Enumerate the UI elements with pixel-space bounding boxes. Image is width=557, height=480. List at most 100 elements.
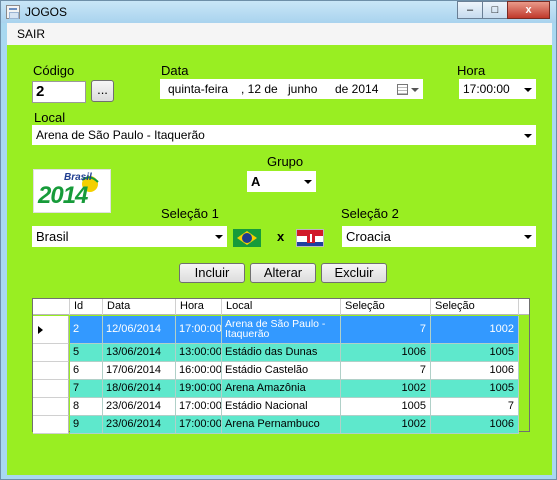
- menu-sair[interactable]: SAIR: [17, 27, 45, 41]
- cell-local[interactable]: Estádio das Dunas: [222, 344, 341, 362]
- cell-local[interactable]: Arena Pernambuco: [222, 416, 341, 434]
- cell-selecao1[interactable]: 7: [341, 316, 431, 344]
- title-bar[interactable]: JOGOS – □ x: [1, 1, 556, 23]
- selecao2-select[interactable]: Croacia: [342, 226, 536, 247]
- codigo-field[interactable]: 2: [32, 81, 86, 103]
- versus-label: x: [277, 229, 285, 244]
- column-header-local[interactable]: Local: [222, 299, 341, 315]
- date-weekday[interactable]: quinta-feira: [168, 82, 228, 96]
- cell-selecao2[interactable]: 1005: [431, 380, 519, 398]
- incluir-button[interactable]: Incluir: [179, 263, 245, 283]
- chevron-down-icon[interactable]: [411, 88, 419, 92]
- cell-hora[interactable]: 17:00:00: [176, 316, 222, 344]
- cell-hora[interactable]: 17:00:00: [176, 416, 222, 434]
- cell-id[interactable]: 6: [70, 362, 103, 380]
- chevron-down-icon[interactable]: [519, 227, 535, 247]
- column-header-selecao2[interactable]: Seleção: [431, 299, 519, 315]
- table-row[interactable]: 8 23/06/2014 17:00:00 Estádio Nacional 1…: [33, 398, 529, 416]
- cell-selecao1[interactable]: 1002: [341, 416, 431, 434]
- codigo-value: 2: [36, 83, 45, 100]
- cell-id[interactable]: 2: [70, 316, 103, 344]
- column-header-data[interactable]: Data: [103, 299, 176, 315]
- selecao1-select[interactable]: Brasil: [32, 226, 227, 247]
- cell-selecao1[interactable]: 7: [341, 362, 431, 380]
- local-select[interactable]: Arena de São Paulo - Itaquerão: [32, 125, 536, 145]
- excluir-button[interactable]: Excluir: [321, 263, 387, 283]
- form-area: Código 2 ... Data quinta-feira , 12 de j…: [7, 45, 552, 475]
- chevron-down-icon[interactable]: [519, 80, 535, 100]
- hora-value: 17:00:00: [463, 82, 510, 96]
- row-header[interactable]: [33, 344, 69, 362]
- date-month[interactable]: junho: [288, 82, 317, 96]
- table-row[interactable]: 5 13/06/2014 13:00:00 Estádio das Dunas …: [33, 344, 529, 362]
- cell-data[interactable]: 23/06/2014: [103, 398, 176, 416]
- codigo-label: Código: [33, 63, 75, 78]
- table-row[interactable]: 2 12/06/2014 17:00:00 Arena de São Paulo…: [33, 316, 529, 344]
- close-button[interactable]: x: [507, 1, 550, 19]
- window-controls: – □ x: [457, 1, 550, 19]
- cell-selecao2[interactable]: 7: [431, 398, 519, 416]
- local-value: Arena de São Paulo - Itaquerão: [36, 128, 205, 142]
- column-header-hora[interactable]: Hora: [176, 299, 222, 315]
- cell-selecao1[interactable]: 1006: [341, 344, 431, 362]
- cell-hora[interactable]: 16:00:00: [176, 362, 222, 380]
- cell-local[interactable]: Estádio Castelão: [222, 362, 341, 380]
- selecao1-value: Brasil: [36, 229, 69, 244]
- calendar-icon[interactable]: [397, 84, 408, 95]
- column-header-id[interactable]: Id: [70, 299, 103, 315]
- date-year[interactable]: de 2014: [335, 82, 378, 96]
- cell-data[interactable]: 23/06/2014: [103, 416, 176, 434]
- minimize-button[interactable]: –: [457, 1, 483, 19]
- table-row[interactable]: 9 23/06/2014 17:00:00 Arena Pernambuco 1…: [33, 416, 529, 434]
- selecao2-label: Seleção 2: [341, 206, 399, 221]
- codigo-lookup-button[interactable]: ...: [91, 80, 114, 102]
- hora-label: Hora: [457, 63, 486, 78]
- cell-selecao2[interactable]: 1006: [431, 416, 519, 434]
- grid-header: Id Data Hora Local Seleção Seleção: [33, 299, 529, 315]
- cell-data[interactable]: 17/06/2014: [103, 362, 176, 380]
- brasil-2014-logo: Brasil 2014: [33, 169, 111, 213]
- hora-select[interactable]: 17:00:00: [459, 79, 536, 99]
- cell-id[interactable]: 8: [70, 398, 103, 416]
- chevron-down-icon[interactable]: [299, 172, 315, 192]
- cell-selecao2[interactable]: 1006: [431, 362, 519, 380]
- croatia-flag-icon: [296, 229, 324, 247]
- chevron-down-icon[interactable]: [210, 227, 226, 247]
- cell-local[interactable]: Arena Amazônia: [222, 380, 341, 398]
- cell-id[interactable]: 7: [70, 380, 103, 398]
- cell-selecao1[interactable]: 1005: [341, 398, 431, 416]
- date-picker[interactable]: quinta-feira , 12 de junho de 2014: [160, 79, 423, 99]
- row-header[interactable]: [33, 362, 69, 380]
- current-row-pointer-icon: [38, 326, 43, 334]
- cell-data[interactable]: 18/06/2014: [103, 380, 176, 398]
- cell-selecao2[interactable]: 1002: [431, 316, 519, 344]
- cell-data[interactable]: 12/06/2014: [103, 316, 176, 344]
- cell-selecao2[interactable]: 1005: [431, 344, 519, 362]
- jogos-grid: Id Data Hora Local Seleção Seleção 2 12/…: [32, 298, 530, 434]
- cell-hora[interactable]: 17:00:00: [176, 398, 222, 416]
- app-window: JOGOS – □ x SAIR Código 2 ... Data quint…: [0, 0, 557, 480]
- data-label: Data: [161, 63, 189, 78]
- row-header[interactable]: [33, 416, 69, 434]
- grupo-select[interactable]: A: [247, 171, 316, 192]
- logo-year: 2014: [38, 182, 88, 209]
- table-row[interactable]: 7 18/06/2014 19:00:00 Arena Amazônia 100…: [33, 380, 529, 398]
- grid-corner: [33, 299, 70, 315]
- alterar-button[interactable]: Alterar: [250, 263, 316, 283]
- maximize-button[interactable]: □: [482, 1, 508, 19]
- cell-id[interactable]: 5: [70, 344, 103, 362]
- row-header[interactable]: [33, 380, 69, 398]
- row-header[interactable]: [33, 398, 69, 416]
- row-header[interactable]: [33, 316, 69, 344]
- column-header-selecao1[interactable]: Seleção: [341, 299, 431, 315]
- chevron-down-icon[interactable]: [519, 126, 535, 146]
- cell-local[interactable]: Arena de São Paulo - Itaquerão: [222, 316, 341, 344]
- cell-data[interactable]: 13/06/2014: [103, 344, 176, 362]
- cell-local[interactable]: Estádio Nacional: [222, 398, 341, 416]
- cell-hora[interactable]: 19:00:00: [176, 380, 222, 398]
- cell-selecao1[interactable]: 1002: [341, 380, 431, 398]
- cell-hora[interactable]: 13:00:00: [176, 344, 222, 362]
- table-row[interactable]: 6 17/06/2014 16:00:00 Estádio Castelão 7…: [33, 362, 529, 380]
- cell-id[interactable]: 9: [70, 416, 103, 434]
- date-day[interactable]: , 12 de: [241, 82, 278, 96]
